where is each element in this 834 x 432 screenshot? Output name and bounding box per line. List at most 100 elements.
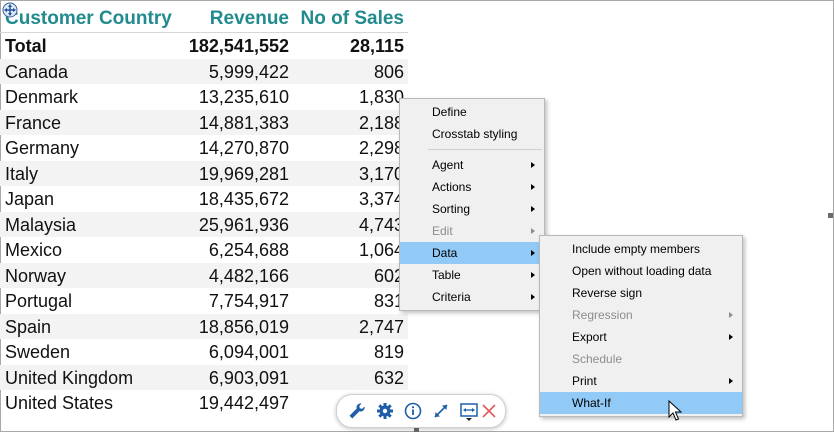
menu-item-label: Include empty members (572, 242, 701, 256)
table-row[interactable]: Malaysia 25,961,936 4,743 (0, 211, 408, 237)
menu-item-define[interactable]: Define (400, 101, 544, 123)
row-sales: 2,747 (358, 316, 404, 337)
row-revenue: 18,856,019 (198, 316, 289, 337)
menu-item-label: Agent (432, 158, 464, 172)
table-row[interactable]: Canada 5,999,422 806 (0, 58, 408, 84)
row-revenue: 4,482,166 (208, 265, 289, 286)
mini-toolbar (336, 394, 506, 428)
menu-item-schedule: Schedule (540, 348, 742, 370)
row-country: Norway (5, 265, 67, 286)
menu-item-label: Schedule (572, 352, 623, 366)
context-menu: Define Crosstab styling Agent Actions So… (399, 98, 545, 311)
row-country: Sweden (5, 342, 71, 362)
menu-item-label: Export (572, 330, 607, 344)
fit-width-icon[interactable] (459, 401, 479, 421)
menu-item-include-empty-members[interactable]: Include empty members (540, 238, 742, 260)
wrench-icon[interactable] (347, 401, 367, 421)
table-row[interactable]: Spain 18,856,019 2,747 (0, 313, 408, 339)
row-sales: 819 (373, 342, 404, 362)
row-country: Malaysia (5, 214, 77, 235)
submenu-arrow-icon (531, 294, 535, 300)
menu-item-edit: Edit (400, 220, 544, 242)
header-revenue[interactable]: Revenue (210, 8, 289, 30)
menu-item-open-without-loading-data[interactable]: Open without loading data (540, 260, 742, 282)
row-country: Spain (5, 316, 52, 337)
submenu-arrow-icon (729, 378, 733, 384)
menu-item-label: Data (432, 246, 458, 260)
row-revenue: 19,969,281 (198, 163, 289, 184)
submenu-arrow-icon (729, 312, 733, 318)
menu-item-table[interactable]: Table (400, 264, 544, 286)
row-revenue: 18,435,672 (198, 189, 289, 209)
table-row[interactable]: Sweden 6,094,001 819 (0, 339, 408, 365)
menu-item-label: Crosstab styling (432, 127, 518, 141)
menu-item-what-if[interactable]: What-If (540, 392, 742, 414)
table-row[interactable]: Denmark 13,235,610 1,830 (0, 84, 408, 110)
menu-item-label: Edit (432, 224, 453, 238)
submenu-arrow-icon (531, 228, 535, 234)
menu-item-criteria[interactable]: Criteria (400, 286, 544, 308)
table-row[interactable]: Germany 14,270,870 2,298 (0, 135, 408, 161)
row-revenue: 182,541,552 (188, 36, 289, 56)
row-sales: 4,743 (358, 214, 404, 235)
menu-item-sorting[interactable]: Sorting (400, 198, 544, 220)
resize-handle-right[interactable] (828, 213, 833, 218)
move-icon[interactable] (2, 2, 18, 18)
header-customer-country[interactable]: Customer Country (5, 8, 172, 30)
data-submenu: Include empty members Open without loadi… (539, 235, 743, 417)
row-sales: 3,170 (358, 163, 404, 184)
menu-item-label: Open without loading data (572, 264, 712, 278)
row-country: Total (5, 36, 47, 56)
menu-item-print[interactable]: Print (540, 370, 742, 392)
table-row[interactable]: Italy 19,969,281 3,170 (0, 160, 408, 186)
gear-icon[interactable] (375, 401, 395, 421)
row-country: United States (5, 393, 114, 413)
row-revenue: 7,754,917 (208, 291, 289, 311)
total-row[interactable]: Total 182,541,552 28,115 (0, 33, 408, 59)
row-sales: 2,298 (358, 138, 404, 158)
header-no-of-sales[interactable]: No of Sales (301, 8, 404, 30)
crosstab-header-row: Customer Country Revenue No of Sales (0, 4, 408, 33)
row-revenue: 14,881,383 (198, 112, 289, 133)
table-row[interactable]: Mexico 6,254,688 1,064 (0, 237, 408, 263)
close-icon[interactable] (479, 401, 499, 421)
table-row[interactable]: Norway 4,482,166 602 (0, 262, 408, 288)
submenu-arrow-icon (531, 162, 535, 168)
menu-item-crosstab-styling[interactable]: Crosstab styling (400, 123, 544, 145)
table-row[interactable]: France 14,881,383 2,188 (0, 109, 408, 135)
table-row[interactable]: Japan 18,435,672 3,374 (0, 186, 408, 212)
menu-item-export[interactable]: Export (540, 326, 742, 348)
mouse-cursor-icon (668, 400, 682, 421)
menu-separator (428, 149, 542, 150)
info-icon[interactable] (403, 401, 423, 421)
expand-icon[interactable] (431, 401, 451, 421)
row-revenue: 14,270,870 (198, 138, 289, 158)
row-revenue: 6,254,688 (208, 240, 289, 260)
row-country: Mexico (5, 240, 63, 260)
row-country: Japan (5, 189, 55, 209)
menu-item-label: What-If (572, 396, 611, 410)
table-row[interactable]: United Kingdom 6,903,091 632 (0, 364, 408, 390)
crosstab[interactable]: Customer Country Revenue No of Sales Tot… (0, 4, 408, 416)
row-country: Canada (5, 61, 69, 82)
submenu-arrow-icon (531, 184, 535, 190)
menu-item-label: Regression (572, 308, 633, 322)
menu-item-regression: Regression (540, 304, 742, 326)
row-country: Portugal (5, 291, 73, 311)
menu-item-reverse-sign[interactable]: Reverse sign (540, 282, 742, 304)
submenu-arrow-icon (531, 250, 535, 256)
row-country: Denmark (5, 87, 79, 107)
table-row[interactable]: Portugal 7,754,917 831 (0, 288, 408, 314)
menu-item-actions[interactable]: Actions (400, 176, 544, 198)
row-revenue: 5,999,422 (208, 61, 289, 82)
row-revenue: 25,961,936 (198, 214, 289, 235)
row-sales: 632 (373, 367, 404, 388)
menu-item-agent[interactable]: Agent (400, 154, 544, 176)
menu-item-label: Reverse sign (572, 286, 643, 300)
row-revenue: 6,903,091 (208, 367, 289, 388)
row-sales: 2,188 (358, 112, 404, 133)
row-country: Germany (5, 138, 80, 158)
menu-item-label: Sorting (432, 202, 471, 216)
row-country: Italy (5, 163, 39, 184)
menu-item-data[interactable]: Data (400, 242, 544, 264)
